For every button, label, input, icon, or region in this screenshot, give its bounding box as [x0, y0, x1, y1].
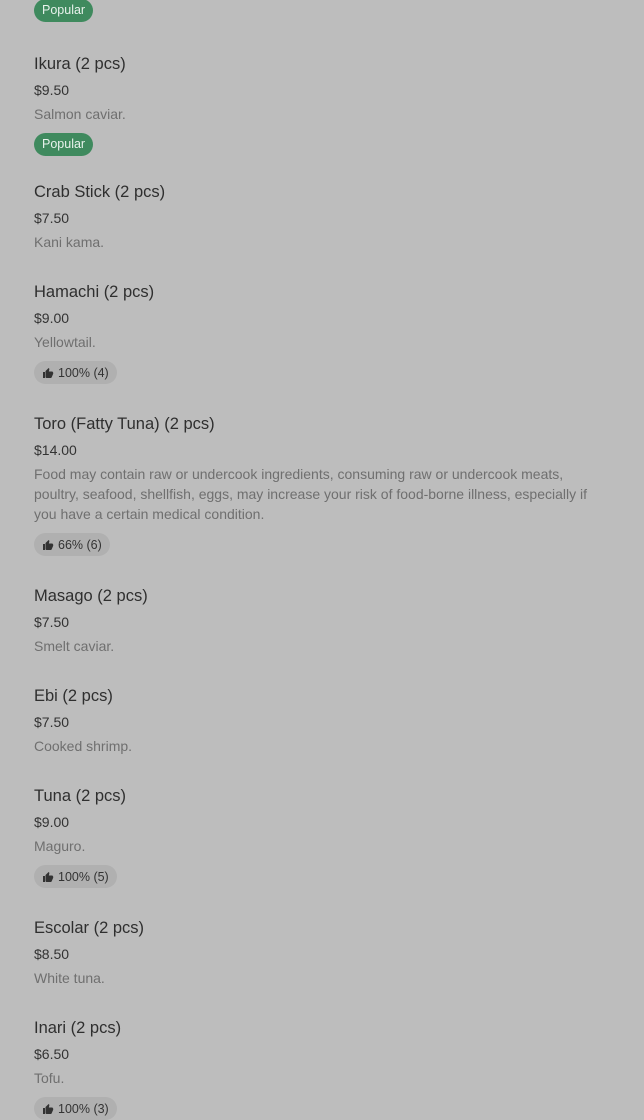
item-price: $7.50: [34, 714, 70, 730]
item-description: Smelt caviar.: [34, 638, 115, 654]
item-name: Escolar (2 pcs): [34, 919, 145, 937]
menu-item-ikura[interactable]: Ikura (2 pcs) $9.50 Salmon caviar. Popul…: [34, 53, 610, 156]
item-name: Hamachi (2 pcs): [34, 283, 155, 301]
item-name: Toro (Fatty Tuna) (2 pcs): [34, 415, 215, 433]
item-name: Ikura (2 pcs): [34, 55, 126, 73]
item-description: Maguro.: [34, 838, 86, 854]
item-description: Cooked shrimp.: [34, 738, 133, 754]
item-description: Food may contain raw or undercook ingred…: [34, 466, 588, 522]
menu-item-masago[interactable]: Masago (2 pcs) $7.50 Smelt caviar.: [34, 585, 610, 656]
item-name: Masago (2 pcs): [34, 587, 148, 605]
rating-badge: 100% (4): [34, 361, 117, 384]
thumbs-up-icon: [43, 367, 54, 378]
popular-badge: Popular: [34, 133, 94, 156]
rating-text: 100% (5): [58, 869, 109, 884]
thumbs-up-icon: [43, 871, 54, 882]
item-price: $9.50: [34, 82, 70, 98]
rating-badge: 66% (6): [34, 533, 110, 556]
popular-badge: Popular: [34, 0, 94, 22]
item-price: $8.50: [34, 946, 70, 962]
menu-item-toro[interactable]: Toro (Fatty Tuna) (2 pcs) $14.00 Food ma…: [34, 413, 610, 556]
item-price: $6.50: [34, 1046, 70, 1062]
menu-item-escolar[interactable]: Escolar (2 pcs) $8.50 White tuna.: [34, 917, 610, 988]
menu-item-hamachi[interactable]: Hamachi (2 pcs) $9.00 Yellowtail. 100% (…: [34, 281, 610, 384]
popular-badge-label: Popular: [34, 0, 94, 22]
rating-text: 100% (4): [58, 365, 109, 380]
item-description: Salmon caviar.: [34, 106, 126, 122]
item-description: Yellowtail.: [34, 334, 96, 350]
menu-item-ebi[interactable]: Ebi (2 pcs) $7.50 Cooked shrimp.: [34, 685, 610, 756]
rating-badge: 100% (3): [34, 1097, 117, 1120]
item-price: $9.00: [34, 310, 70, 326]
item-name: Tuna (2 pcs): [34, 787, 127, 805]
item-price: $7.50: [34, 210, 70, 226]
thumbs-up-icon: [43, 1103, 54, 1114]
item-name: Ebi (2 pcs): [34, 687, 113, 705]
item-name: Inari (2 pcs): [34, 1019, 122, 1037]
rating-text: 100% (3): [58, 1101, 109, 1116]
item-description: Tofu.: [34, 1070, 65, 1086]
item-price: $9.00: [34, 814, 70, 830]
item-description: Kani kama.: [34, 234, 105, 250]
item-price: $14.00: [34, 442, 77, 458]
menu-item-crab-stick[interactable]: Crab Stick (2 pcs) $7.50 Kani kama.: [34, 181, 610, 252]
item-description: White tuna.: [34, 970, 105, 986]
menu-item-tuna[interactable]: Tuna (2 pcs) $9.00 Maguro. 100% (5): [34, 785, 610, 888]
item-price: $7.50: [34, 614, 70, 630]
thumbs-up-icon: [43, 539, 54, 550]
item-name: Crab Stick (2 pcs): [34, 183, 166, 201]
rating-text: 66% (6): [58, 537, 102, 552]
rating-badge: 100% (5): [34, 865, 117, 888]
